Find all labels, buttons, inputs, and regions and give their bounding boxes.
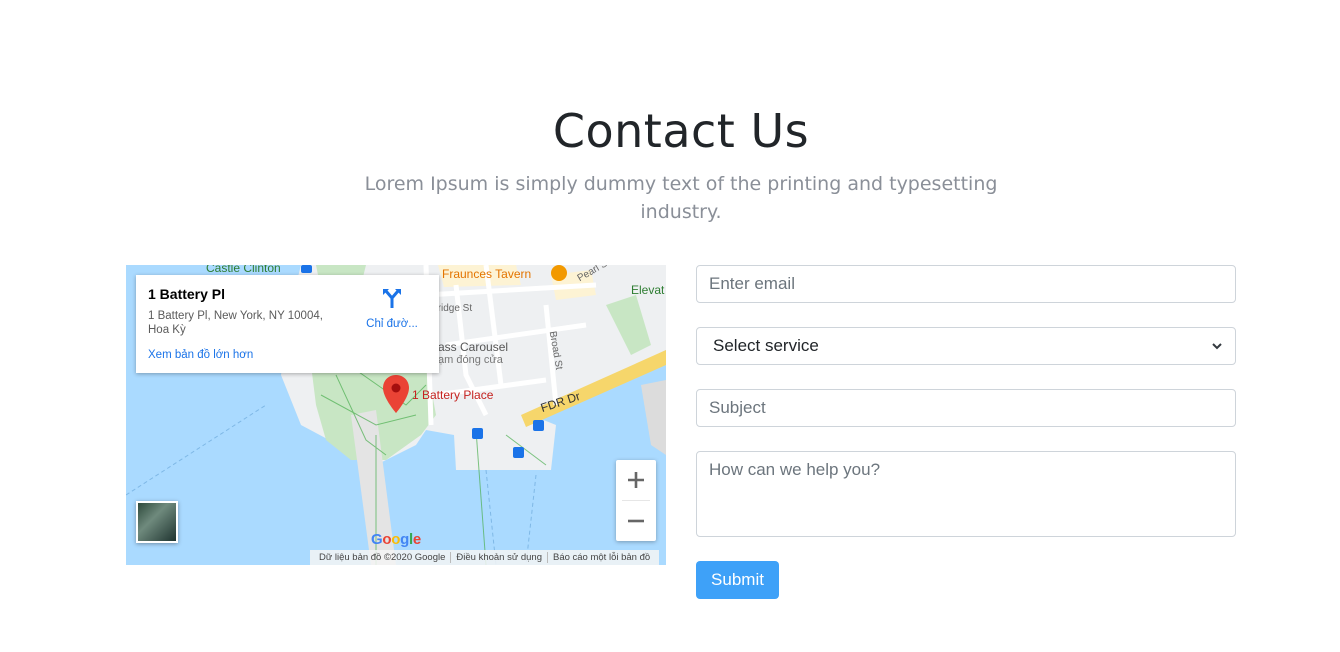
map-data-credit: Dữ liệu bản đồ ©2020 Google <box>319 552 446 563</box>
map-info-card: 1 Battery Pl 1 Battery Pl, New York, NY … <box>136 275 439 373</box>
message-field[interactable] <box>696 451 1236 537</box>
email-field[interactable] <box>696 265 1236 303</box>
report-map-error-link[interactable]: Báo cáo một lỗi bản đồ <box>546 552 655 563</box>
directions-button[interactable]: Chỉ đườ... <box>362 287 422 330</box>
zoom-in-button[interactable] <box>616 460 656 500</box>
zoom-out-button[interactable] <box>616 501 656 541</box>
map-label-temp-closed: ạm đóng cửa <box>438 354 503 366</box>
map-label-elevat: Elevat <box>631 283 665 297</box>
minus-icon <box>628 519 644 523</box>
satellite-view-toggle[interactable] <box>136 501 178 543</box>
map-label-carousel: ass Carousel <box>438 340 509 354</box>
place-address: 1 Battery Pl, New York, NY 10004, Hoa Kỳ <box>148 310 323 336</box>
embedded-map[interactable]: Castle Clinton Fraunces Tavern Pearl St … <box>126 265 666 565</box>
directions-label: Chỉ đườ... <box>366 318 418 330</box>
view-larger-map-link[interactable]: Xem bản đồ lớn hơn <box>148 349 253 361</box>
location-pin-icon[interactable] <box>383 375 409 417</box>
map-attribution: Dữ liệu bản đồ ©2020 Google Điều khoản s… <box>310 550 660 565</box>
submit-button[interactable]: Submit <box>696 561 779 599</box>
zoom-controls <box>616 460 656 541</box>
terms-of-use-link[interactable]: Điều khoản sử dụng <box>450 552 547 563</box>
plus-icon <box>628 472 644 488</box>
service-select[interactable]: Select service <box>696 327 1236 365</box>
google-logo: Google <box>371 531 421 548</box>
page-title: Contact Us <box>552 104 810 158</box>
service-select-value: Select service <box>713 336 819 355</box>
map-label-fraunces-tavern: Fraunces Tavern <box>442 267 532 281</box>
page-subtitle: Lorem Ipsum is simply dummy text of the … <box>364 173 998 223</box>
subject-field[interactable] <box>696 389 1236 427</box>
map-label-battery-place: 1 Battery Place <box>412 388 494 402</box>
chevron-down-icon <box>1212 343 1222 350</box>
map-label-castle-clinton: Castle Clinton <box>206 265 281 275</box>
directions-icon <box>381 289 403 313</box>
